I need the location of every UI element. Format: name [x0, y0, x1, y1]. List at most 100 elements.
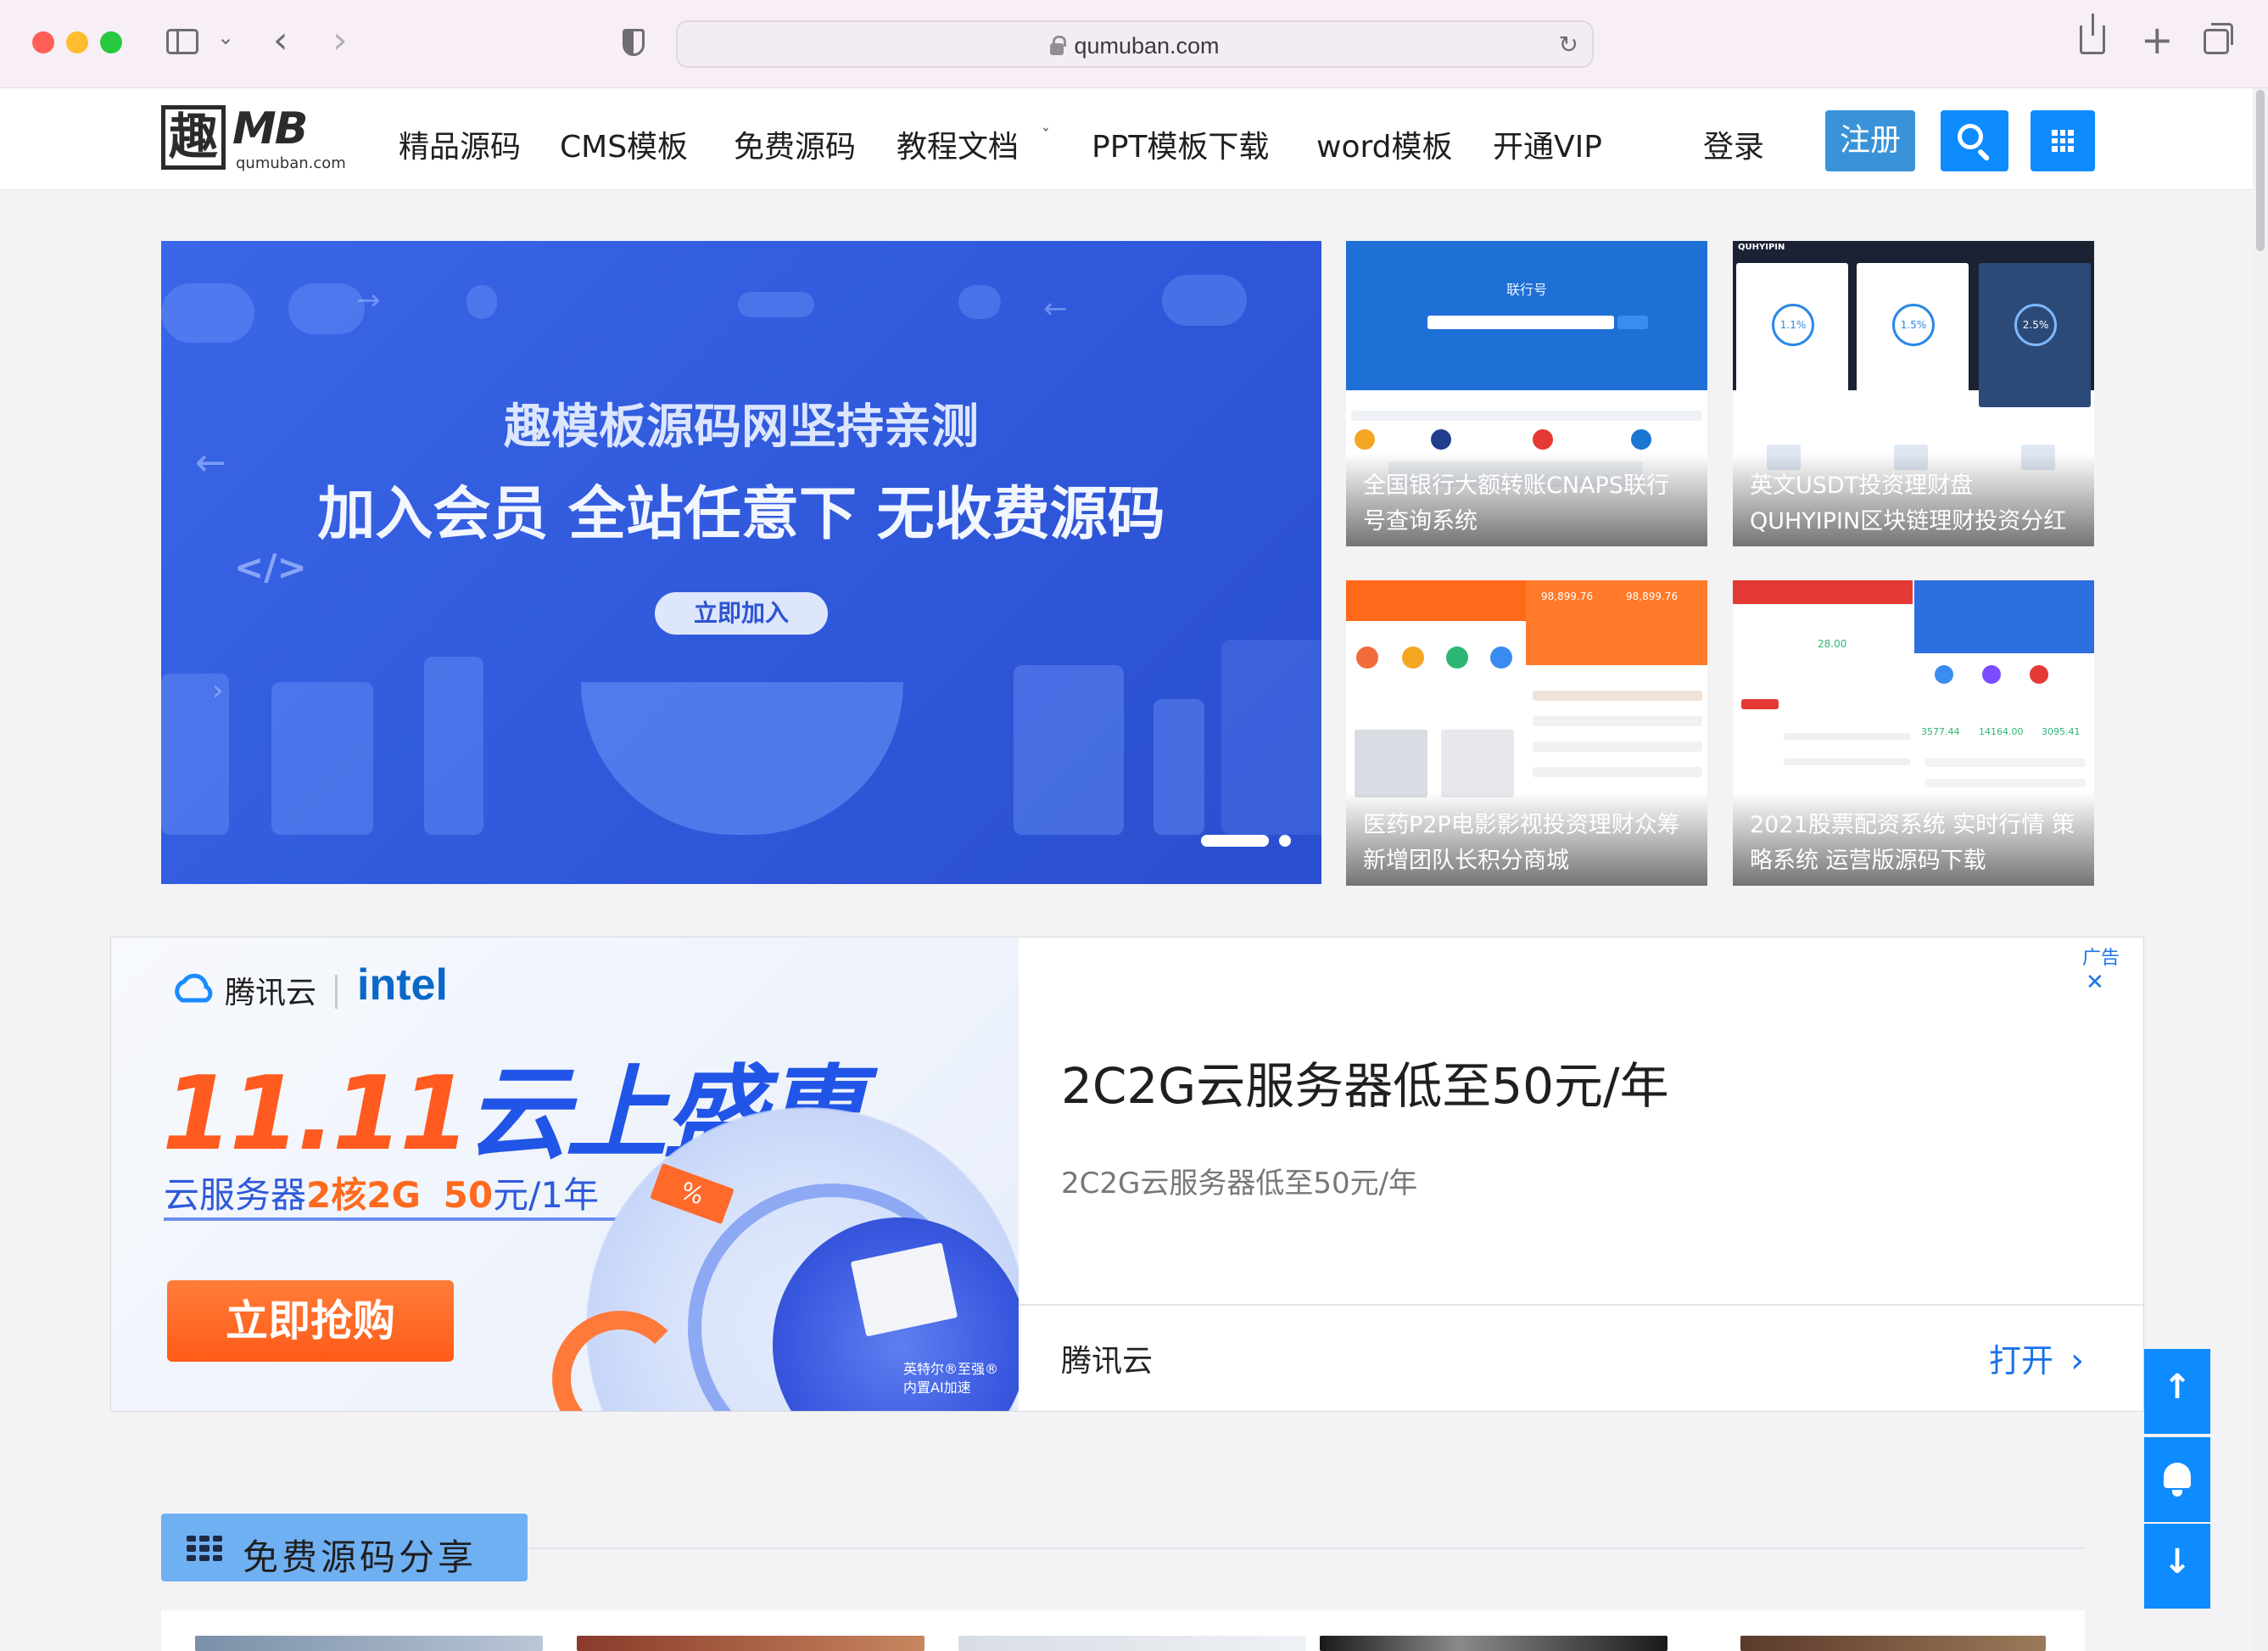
apps-menu-button[interactable]: [2031, 110, 2095, 171]
ad-partner-logo: intel: [357, 960, 448, 1010]
logo-mark: 趣: [161, 105, 226, 170]
scroll-to-top-button[interactable]: ↑: [2144, 1349, 2210, 1434]
hero-subheadline: 加入会员 全站任意下 无收费源码: [317, 481, 1165, 548]
ad-label[interactable]: 广告 ✕: [2082, 943, 2143, 995]
logo-text: MB: [232, 104, 308, 154]
source-card-preview[interactable]: [958, 1636, 1306, 1651]
login-link[interactable]: 登录: [1703, 122, 1764, 166]
chevron-right-icon: ›: [2070, 1341, 2085, 1380]
product-card-stocks[interactable]: 28.00 3577.44 14164.00 3095.41 2021股票配资系…: [1733, 580, 2094, 886]
minimize-window-button[interactable]: [66, 31, 88, 53]
tabs-icon[interactable]: [2204, 23, 2233, 54]
sidebar-icon[interactable]: [166, 29, 198, 54]
ad-chip-caption: 英特尔®至强® 内置AI加速: [903, 1360, 998, 1397]
mock-index-3: 3095.41: [2042, 726, 2081, 737]
ad-open-button[interactable]: 打开 ›: [1989, 1335, 2084, 1381]
notifications-button[interactable]: [2144, 1437, 2210, 1522]
chevron-down-icon[interactable]: ˇ: [1042, 126, 1050, 146]
grid-icon: [187, 1536, 222, 1561]
source-card-preview[interactable]: [1320, 1636, 1667, 1651]
source-card-preview[interactable]: [577, 1636, 925, 1651]
browser-toolbar: ⌄ ‹ › qumuban.com ↻ +: [0, 0, 2268, 88]
close-window-button[interactable]: [32, 31, 54, 53]
carousel-dot[interactable]: [1279, 835, 1291, 847]
product-card-title[interactable]: 全国银行大额转账CNAPS联行号查询系统: [1346, 453, 1707, 546]
page-scrollbar[interactable]: [2253, 88, 2268, 1651]
ad-advertiser-name[interactable]: 腾讯云: [1061, 1336, 1153, 1380]
nav-item-ppt-templates[interactable]: PPT模板下载: [1092, 122, 1269, 166]
nav-item-word-templates[interactable]: word模板: [1316, 122, 1453, 166]
section-divider: [528, 1547, 2085, 1549]
ad-promo-number: 11.11: [162, 1055, 471, 1173]
scroll-to-bottom-button[interactable]: ↓: [2144, 1524, 2210, 1609]
sponsored-ad[interactable]: 腾讯云 intel 11.11云上盛惠 云服务器2核2G 50元/1年 立即抢购…: [110, 937, 2144, 1412]
nav-item-open-vip[interactable]: 开通VIP: [1493, 122, 1602, 166]
close-icon[interactable]: ✕: [2086, 970, 2104, 995]
back-icon[interactable]: ‹: [273, 19, 288, 62]
reload-icon[interactable]: ↻: [1559, 31, 1578, 59]
search-button[interactable]: [1941, 110, 2008, 171]
scrollbar-thumb[interactable]: [2256, 90, 2265, 251]
zoom-window-button[interactable]: [100, 31, 122, 53]
shield-icon[interactable]: [623, 29, 645, 56]
ad-open-label: 打开: [1989, 1342, 2054, 1380]
nav-item-cms-templates[interactable]: CMS模板: [560, 122, 688, 166]
chevron-down-icon[interactable]: ⌄: [217, 25, 234, 49]
hero-headline: 趣模板源码网坚持亲测: [504, 400, 979, 455]
source-card-preview[interactable]: [195, 1636, 543, 1651]
forward-icon[interactable]: ›: [332, 19, 348, 62]
new-tab-icon[interactable]: +: [2141, 17, 2174, 63]
mock-value-1: 98,899.76: [1541, 590, 1594, 602]
ad-brand-name: 腾讯云: [225, 976, 317, 1010]
source-card-preview[interactable]: [1740, 1636, 2046, 1651]
address-bar[interactable]: qumuban.com ↻: [676, 20, 1594, 68]
buy-now-button[interactable]: 立即抢购: [167, 1280, 454, 1362]
hero-banner[interactable]: </> ← → ← › 趣模板源码网坚持亲测 加入会员 全站任意下 无收费源码 …: [161, 241, 1321, 884]
arrow-up-icon: ↑: [2163, 1368, 2192, 1407]
join-now-button[interactable]: 立即加入: [655, 592, 828, 635]
product-card-usdt[interactable]: QUHYIPIN 1.1% 1.5% 2.5% 英文USDT投资理财盘QUHYI…: [1733, 241, 2094, 546]
ad-offer-spec: 2核2G: [306, 1174, 421, 1216]
ad-offer-suffix: 元/1年: [493, 1174, 599, 1216]
product-card-title[interactable]: 2021股票配资系统 实时行情 策略系统 运营版源码下载: [1733, 792, 2094, 886]
ad-description: 2C2G云服务器低至50元/年: [1061, 1167, 1418, 1200]
mock-price: 28.00: [1818, 638, 1847, 650]
ad-image[interactable]: 腾讯云 intel 11.11云上盛惠 云服务器2核2G 50元/1年 立即抢购…: [111, 937, 1019, 1411]
product-card-p2p[interactable]: 98,899.76 98,899.76 医药P2P电影影视投资理财众筹新增团队长…: [1346, 580, 1707, 886]
mock-rate-1: 1.1%: [1779, 319, 1807, 331]
url-text: qumuban.com: [1074, 33, 1220, 59]
section-title: 免费源码分享: [243, 1536, 478, 1578]
ad-chip-caption-line2: 内置AI加速: [903, 1380, 971, 1396]
nav-item-premium-source[interactable]: 精品源码: [399, 122, 521, 166]
section-header-free-source[interactable]: 免费源码分享: [161, 1514, 528, 1581]
nav-item-tutorials[interactable]: 教程文档: [897, 122, 1019, 166]
mock-value-2: 98,899.76: [1626, 590, 1679, 602]
ad-brand-separator: [335, 975, 338, 1009]
lock-icon: [1050, 36, 1067, 55]
cloud-icon: [175, 973, 213, 1003]
product-card-title[interactable]: 医药P2P电影影视投资理财众筹新增团队长积分商城: [1346, 792, 1707, 886]
ad-chip-caption-line1: 英特尔®至强®: [903, 1361, 999, 1377]
grid-icon: [2052, 130, 2074, 152]
arrow-down-icon: ↓: [2163, 1542, 2192, 1581]
ad-offer-prefix: 云服务器: [164, 1174, 307, 1216]
mock-rate-2: 1.5%: [1900, 319, 1927, 331]
mock-title: 联行号: [1505, 282, 1547, 298]
bell-icon: [2164, 1463, 2191, 1488]
carousel-dot-active[interactable]: [1201, 835, 1269, 847]
register-button[interactable]: 注册: [1825, 110, 1915, 171]
nav-item-free-source[interactable]: 免费源码: [734, 122, 856, 166]
product-card-title[interactable]: 英文USDT投资理财盘QUHYIPIN区块链理财投资分红: [1733, 453, 2094, 546]
mock-rate-3: 2.5%: [2022, 319, 2049, 331]
ad-offer-line: 云服务器2核2G 50元/1年: [164, 1167, 599, 1218]
ad-title[interactable]: 2C2G云服务器低至50元/年: [1061, 1046, 1669, 1117]
share-icon[interactable]: [2080, 14, 2105, 54]
ad-offer-price: 50: [443, 1174, 494, 1216]
product-card-cnaps[interactable]: 联行号 全国银行大额转账CNAPS联行号查询系统: [1346, 241, 1707, 546]
ad-divider: [1019, 1304, 2143, 1306]
mock-index-1: 3577.44: [1921, 726, 1960, 737]
mock-index-2: 14164.00: [1979, 726, 2024, 737]
ad-label-text: 广告: [2082, 948, 2120, 969]
mock-brand: QUHYIPIN: [1738, 243, 1785, 252]
site-logo[interactable]: 趣 MB qumuban.com: [161, 104, 360, 176]
